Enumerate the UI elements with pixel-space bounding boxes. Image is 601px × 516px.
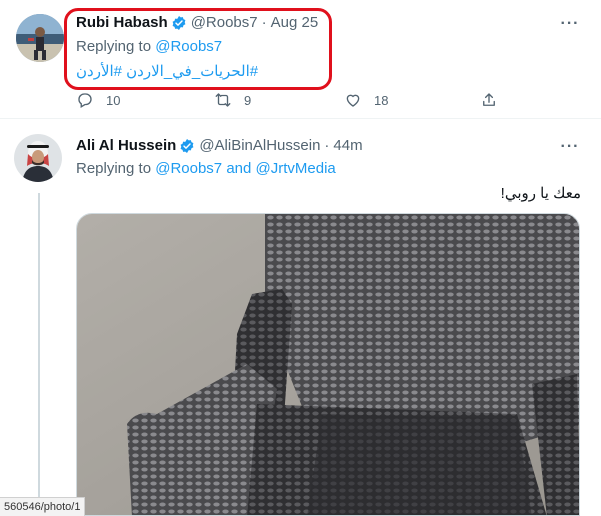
more-icon[interactable]: ··· xyxy=(560,137,580,157)
separator: · xyxy=(324,137,330,154)
retweet-icon xyxy=(215,93,231,107)
mention-link-roobs7[interactable]: @Roobs7 xyxy=(155,160,222,177)
replying-and: and xyxy=(222,160,256,177)
thread-line xyxy=(38,193,40,516)
replying-to-label: Replying to xyxy=(76,160,156,177)
tweet-header: Ali Al Hussein @AliBinAlHussein · 44m xyxy=(76,137,363,154)
avatar[interactable] xyxy=(14,134,62,182)
reply-count: 10 xyxy=(106,92,121,108)
reply-button[interactable]: 10 xyxy=(76,91,120,109)
handle[interactable]: @AliBinAlHussein xyxy=(199,137,320,154)
retweet-count: 9 xyxy=(244,92,252,108)
retweet-button[interactable]: 9 xyxy=(214,91,251,109)
display-name[interactable]: Ali Al Hussein xyxy=(76,137,176,154)
status-bar-url: 560546/photo/1 xyxy=(0,497,86,516)
share-icon xyxy=(483,93,495,106)
tweet-text: معك يا روبي! xyxy=(500,185,581,202)
like-count: 18 xyxy=(374,92,389,108)
like-icon xyxy=(346,94,360,107)
timestamp[interactable]: 44m xyxy=(333,137,362,154)
like-button[interactable]: 18 xyxy=(344,91,388,109)
mention-link-jrtvmedia[interactable]: @JrtvMedia xyxy=(256,160,336,177)
tweet-rubi-habash[interactable]: Rubi Habash @Roobs7 · Aug 25 ··· Replyin… xyxy=(0,0,601,119)
replying-to: Replying to @Roobs7 and @JrtvMedia xyxy=(76,160,336,177)
tweet-actions: 10 9 18 xyxy=(76,91,496,111)
more-icon[interactable]: ··· xyxy=(560,14,580,34)
verified-badge-icon xyxy=(180,138,194,153)
red-highlight-annotation xyxy=(64,8,332,90)
tweet-photo[interactable] xyxy=(76,213,580,516)
share-button[interactable] xyxy=(480,91,510,109)
avatar[interactable] xyxy=(16,14,64,62)
reply-icon xyxy=(78,93,92,108)
